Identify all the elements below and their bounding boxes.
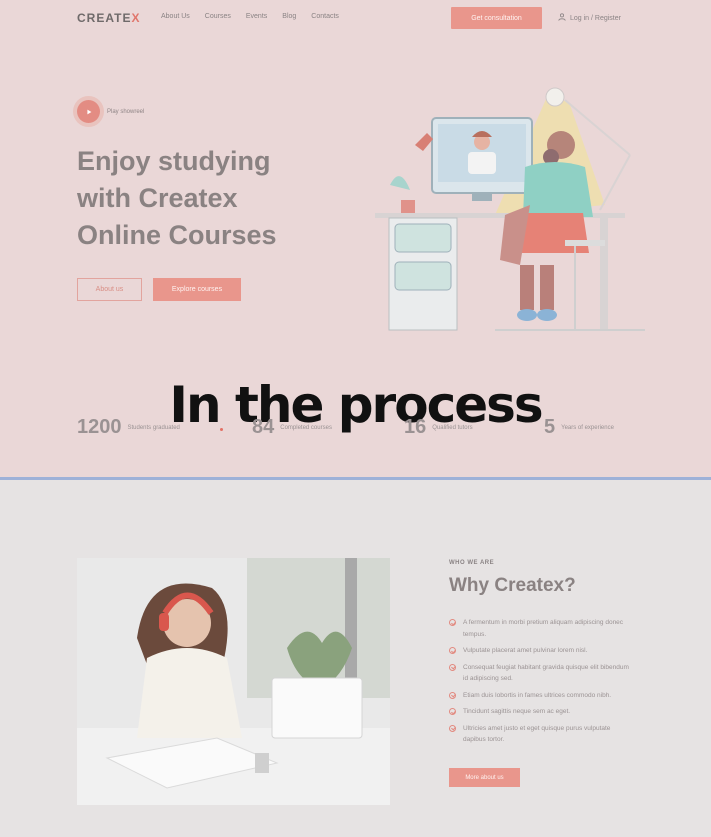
section-title: Why Createx? xyxy=(449,575,576,596)
logo-accent: X xyxy=(131,11,141,25)
check-circle-icon xyxy=(449,708,456,715)
stat-label: Students graduated xyxy=(127,424,180,431)
stat-number: 1200 xyxy=(77,416,122,438)
benefit-text: Etiam duis lobortis in fames ultrices co… xyxy=(463,691,612,699)
about-photo xyxy=(77,558,390,805)
main-menu: About Us Courses Events Blog Contacts xyxy=(161,13,339,20)
stat-label: Completed courses xyxy=(280,424,332,431)
benefit-text: A fermentum in morbi pretium aliquam adi… xyxy=(463,619,624,638)
stats-row: 1200 Students graduated 84 Completed cou… xyxy=(0,416,711,446)
hero-headline: Enjoy studying with Createx Online Cours… xyxy=(77,143,317,254)
menu-item-contacts[interactable]: Contacts xyxy=(311,13,339,20)
list-item: Vulputate placerat amet pulvinar lorem n… xyxy=(449,645,629,657)
get-consultation-button[interactable]: Get consultation xyxy=(451,7,542,29)
benefit-text: Tincidunt sagittis neque sem ac eget. xyxy=(463,708,571,715)
play-showreel-label[interactable]: Play showreel xyxy=(107,109,144,115)
headline-line-3: Online Courses xyxy=(77,220,277,250)
stat-experience: 5 Years of experience xyxy=(544,416,614,439)
explore-courses-button[interactable]: Explore courses xyxy=(153,278,241,301)
check-circle-icon xyxy=(449,619,456,626)
benefit-text: Vulputate placerat amet pulvinar lorem n… xyxy=(463,647,588,654)
headline-line-2: with Createx xyxy=(77,183,238,213)
section-divider xyxy=(0,477,711,480)
list-item: A fermentum in morbi pretium aliquam adi… xyxy=(449,617,629,640)
stat-number: 16 xyxy=(404,416,427,438)
benefit-text: Ultricies amet justo et eget quisque pur… xyxy=(463,724,611,744)
check-circle-icon xyxy=(449,691,456,699)
benefits-list: A fermentum in morbi pretium aliquam adi… xyxy=(449,617,629,751)
list-item: Etiam duis lobortis in fames ultrices co… xyxy=(449,690,629,702)
check-circle-icon xyxy=(449,663,456,671)
stat-number: 84 xyxy=(252,416,275,438)
headline-line-1: Enjoy studying xyxy=(77,146,271,176)
stat-courses: 84 Completed courses xyxy=(252,416,332,439)
menu-item-events[interactable]: Events xyxy=(246,13,267,20)
section-eyebrow: WHO WE ARE xyxy=(449,560,495,566)
menu-item-about[interactable]: About Us xyxy=(161,13,190,20)
about-us-button[interactable]: About us xyxy=(77,278,142,301)
student-photo-illustration xyxy=(77,558,390,805)
list-item: Consequat feugiat habitant gravida quisq… xyxy=(449,662,629,685)
benefit-text: Consequat feugiat habitant gravida quisq… xyxy=(463,663,629,683)
list-item: Tincidunt sagittis neque sem ac eget. xyxy=(449,706,629,718)
login-link[interactable]: Log in / Register xyxy=(558,13,621,23)
menu-item-blog[interactable]: Blog xyxy=(282,13,296,20)
stat-label: Years of experience xyxy=(561,424,614,431)
top-nav: CREATEX About Us Courses Events Blog Con… xyxy=(0,0,711,36)
logo-text: CREATE xyxy=(77,11,132,25)
logo[interactable]: CREATEX xyxy=(77,11,140,25)
stat-students: 1200 Students graduated xyxy=(77,416,180,439)
stat-tutors: 16 Qualified tutors xyxy=(404,416,473,439)
login-label: Log in / Register xyxy=(570,14,621,22)
play-icon xyxy=(85,103,93,121)
more-about-us-button[interactable]: More about us xyxy=(449,768,520,787)
list-item: Ultricies amet justo et eget quisque pur… xyxy=(449,723,629,746)
check-circle-icon xyxy=(449,647,456,654)
stat-divider-dot xyxy=(220,428,223,431)
play-showreel-button[interactable] xyxy=(77,100,100,123)
hero-illustration xyxy=(375,87,645,331)
user-icon xyxy=(558,13,566,23)
menu-item-courses[interactable]: Courses xyxy=(205,13,231,20)
stat-label: Qualified tutors xyxy=(432,424,473,431)
check-circle-icon xyxy=(449,724,456,732)
stat-number: 5 xyxy=(544,416,556,438)
